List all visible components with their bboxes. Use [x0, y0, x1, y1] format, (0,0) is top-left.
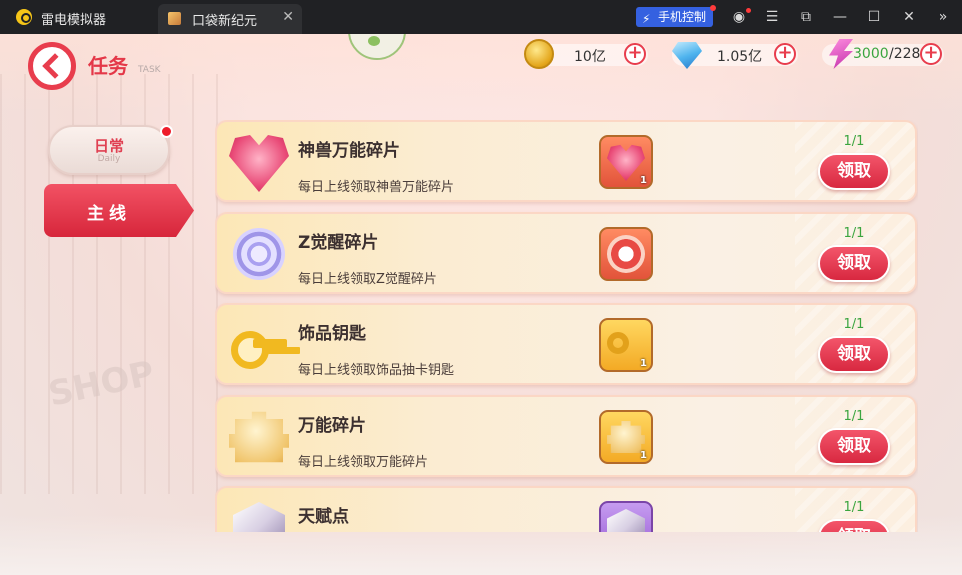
reward-item[interactable] — [599, 501, 653, 532]
task-description: 每日上线领取饰品抽卡钥匙 — [298, 363, 455, 378]
reward-item[interactable]: 1 — [599, 135, 653, 189]
task-description: 每日上线领取Z觉醒碎片 — [298, 272, 437, 287]
reward-item[interactable]: 1 — [599, 410, 653, 464]
key-icon — [229, 315, 289, 375]
reward-item[interactable]: 1 — [599, 318, 653, 372]
task-row: 天赋点 1/1 领取 — [215, 486, 917, 532]
beast-shard-icon — [229, 135, 289, 192]
z-awaken-shard-icon — [233, 228, 285, 280]
task-description: 每日上线领取神兽万能碎片 — [298, 180, 455, 195]
task-description: 每日上线领取万能碎片 — [298, 455, 429, 470]
app-logo-icon — [16, 9, 32, 25]
task-progress: 1/1 — [843, 134, 865, 149]
energy-icon — [829, 39, 853, 69]
talent-point-icon — [607, 509, 645, 532]
maximize-icon[interactable]: ☐ — [865, 8, 883, 26]
user-notification-dot — [746, 8, 751, 13]
back-button[interactable] — [28, 42, 76, 90]
tab-game[interactable]: 口袋新纪元 ✕ — [158, 4, 302, 34]
task-progress: 1/1 — [843, 409, 865, 424]
coin-resource: 10亿 + — [524, 39, 648, 69]
collapse-icon[interactable]: » — [934, 8, 952, 26]
resize-icon[interactable]: ⧉ — [797, 8, 815, 26]
task-row: 神兽万能碎片 每日上线领取神兽万能碎片 1 1/1 领取 — [215, 120, 917, 202]
app-name: 雷电模拟器 — [41, 13, 107, 28]
claim-button[interactable]: 领取 — [818, 153, 890, 190]
claim-button[interactable]: 领取 — [818, 336, 890, 373]
phone-control-label: 手机控制 — [658, 10, 707, 24]
reward-quantity: 1 — [640, 450, 647, 461]
game-viewport: SHOP 任务 TASK 10亿 + 1.05亿 + 3000 /228 + 日… — [0, 34, 962, 575]
daily-notification-dot — [160, 125, 173, 138]
task-name: 天赋点 — [298, 507, 349, 527]
add-gem-button[interactable]: + — [774, 43, 796, 65]
z-crystal-icon — [607, 235, 645, 273]
task-list[interactable]: 神兽万能碎片 每日上线领取神兽万能碎片 1 1/1 领取 Z觉醒碎片 每日上线领… — [215, 120, 918, 532]
reward-quantity: 1 — [640, 175, 647, 186]
claim-button[interactable]: 领取 — [818, 519, 890, 532]
puzzle-piece-icon — [229, 411, 289, 463]
talent-point-icon — [233, 502, 285, 532]
coin-value: 10亿 — [574, 49, 606, 65]
energy-resource: 3000 /228 + — [822, 39, 944, 69]
tab-daily-label: 日常 — [93, 137, 124, 155]
gem-resource: 1.05亿 + — [672, 42, 798, 69]
energy-current: 3000 — [853, 46, 889, 62]
task-name: Z觉醒碎片 — [298, 233, 379, 253]
tab-title: 口袋新纪元 — [192, 14, 258, 29]
phone-control-button[interactable]: ⚡ 手机控制 — [636, 7, 714, 27]
tab-daily[interactable]: 日常 Daily — [48, 125, 170, 175]
game-tab-icon — [168, 12, 181, 25]
coin-icon — [524, 39, 554, 69]
claim-button[interactable]: 领取 — [818, 428, 890, 465]
reward-quantity: 1 — [640, 358, 647, 369]
menu-icon[interactable]: ☰ — [763, 8, 781, 26]
page-title: 任务 — [88, 54, 128, 78]
task-row: Z觉醒碎片 每日上线领取Z觉醒碎片 1/1 领取 — [215, 212, 917, 294]
task-row: 饰品钥匙 每日上线领取饰品抽卡钥匙 1 1/1 领取 — [215, 303, 917, 385]
task-progress: 1/1 — [843, 226, 865, 241]
lightning-icon: ⚡ — [642, 12, 651, 26]
tab-main-label: 主线 — [87, 204, 131, 224]
tab-main-story[interactable]: 主线 — [44, 184, 194, 237]
reward-item[interactable] — [599, 227, 653, 281]
tab-daily-sublabel: Daily — [97, 154, 121, 164]
task-name: 饰品钥匙 — [298, 324, 366, 344]
tab-close-icon[interactable]: ✕ — [282, 9, 294, 25]
close-icon[interactable]: ✕ — [900, 8, 918, 26]
task-name: 神兽万能碎片 — [298, 141, 400, 161]
claim-button[interactable]: 领取 — [818, 245, 890, 282]
emulator-titlebar: 雷电模拟器 口袋新纪元 ✕ ⚡ 手机控制 ◉ ☰ ⧉ — ☐ ✕ » — [0, 0, 962, 34]
task-name: 万能碎片 — [298, 416, 366, 436]
add-energy-button[interactable]: + — [920, 43, 942, 65]
notification-dot — [710, 5, 716, 11]
task-progress: 1/1 — [843, 500, 865, 515]
key-icon — [607, 332, 629, 354]
task-row: 万能碎片 每日上线领取万能碎片 1 1/1 领取 — [215, 395, 917, 477]
page-subtitle: TASK — [138, 65, 161, 75]
minimize-icon[interactable]: — — [831, 8, 849, 26]
add-coin-button[interactable]: + — [624, 43, 646, 65]
gem-value: 1.05亿 — [717, 49, 763, 65]
task-progress: 1/1 — [843, 317, 865, 332]
energy-max: /228 — [889, 46, 921, 62]
